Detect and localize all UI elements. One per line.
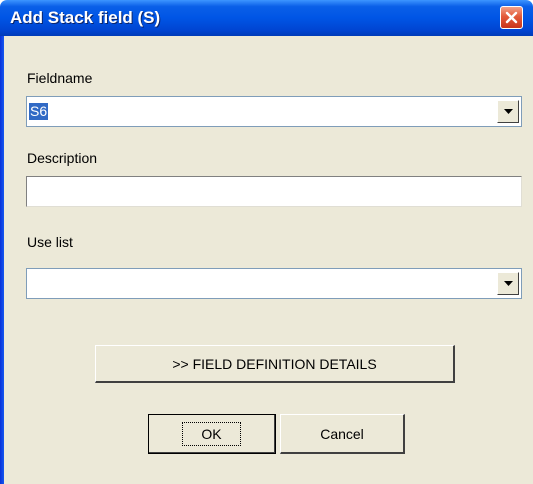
fieldname-dropdown-button[interactable]: [497, 100, 519, 123]
window-title: Add Stack field (S): [10, 8, 161, 27]
cancel-button[interactable]: Cancel: [280, 414, 405, 454]
fieldname-label: Fieldname: [27, 70, 93, 86]
description-label: Description: [27, 150, 98, 166]
field-definition-details-label: >> FIELD DEFINITION DETAILS: [172, 355, 377, 372]
fieldname-value: S6: [29, 103, 49, 120]
ok-button[interactable]: OK: [148, 414, 276, 454]
field-definition-details-button[interactable]: >> FIELD DEFINITION DETAILS: [95, 345, 455, 383]
window-frame-left: [0, 36, 4, 484]
title-bar[interactable]: Add Stack field (S): [0, 0, 533, 36]
cancel-button-label: Cancel: [320, 425, 364, 442]
use-list-combobox[interactable]: [26, 268, 522, 299]
description-input[interactable]: [26, 176, 522, 207]
dialog-window: Add Stack field (S) Fieldname S6 Descrip…: [0, 0, 533, 484]
close-icon: [505, 11, 518, 24]
close-button[interactable]: [500, 6, 523, 29]
fieldname-combobox[interactable]: S6: [26, 96, 522, 127]
use-list-label: Use list: [27, 234, 73, 250]
ok-button-label: OK: [182, 421, 241, 446]
use-list-dropdown-button[interactable]: [497, 272, 519, 295]
chevron-down-icon: [503, 109, 513, 114]
chevron-down-icon: [503, 281, 513, 286]
